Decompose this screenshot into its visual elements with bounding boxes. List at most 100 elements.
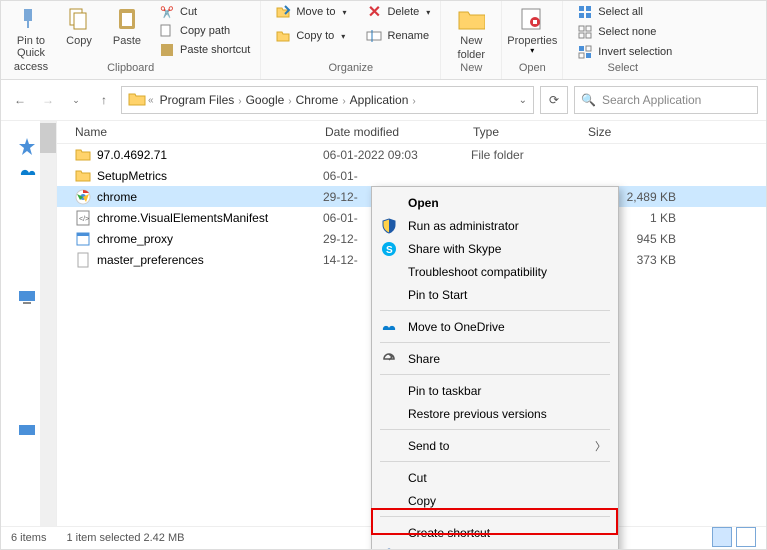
context-item-copy[interactable]: Copy [372, 489, 618, 512]
up-button[interactable]: ↑ [93, 89, 115, 111]
context-item-cut[interactable]: Cut [372, 466, 618, 489]
column-headers[interactable]: Name Date modified Type Size [57, 121, 766, 144]
chevron-down-icon: ▾ [342, 8, 346, 17]
delete-button[interactable]: ✕Delete▾ [362, 3, 434, 21]
chevron-down-icon: ▾ [341, 32, 345, 41]
column-size[interactable]: Size [588, 125, 678, 139]
back-button[interactable]: ← [9, 89, 31, 111]
file-type: File folder [471, 148, 586, 162]
file-icon [75, 252, 91, 268]
onedrive-icon[interactable] [17, 165, 39, 187]
chevron-right-icon: « [148, 95, 154, 106]
column-name[interactable]: Name [57, 125, 325, 139]
file-icon [75, 189, 91, 205]
paste-button[interactable]: Paste [103, 3, 151, 47]
chevron-right-icon: 〉 [595, 438, 606, 454]
copy-button[interactable]: Copy [55, 3, 103, 47]
context-item-run-as-administrator[interactable]: Run as administrator [372, 214, 618, 237]
context-label: Restore previous versions [408, 407, 547, 421]
forward-button[interactable]: → [37, 89, 59, 111]
tree-scrollbar[interactable] [40, 121, 56, 537]
context-item-pin-to-start[interactable]: Pin to Start [372, 283, 618, 306]
context-separator [380, 310, 610, 311]
context-item-troubleshoot-compatibility[interactable]: Troubleshoot compatibility [372, 260, 618, 283]
new-folder-button[interactable]: New folder [447, 3, 495, 61]
context-separator [380, 461, 610, 462]
file-name: SetupMetrics [97, 169, 323, 183]
context-item-open[interactable]: Open [372, 191, 618, 214]
search-icon: 🔍 [581, 93, 596, 107]
breadcrumb-item[interactable]: Program Files [156, 93, 239, 107]
folder-icon [457, 5, 485, 33]
context-item-share[interactable]: Share [372, 347, 618, 370]
navigation-bar: ← → ⌄ ↑ « Program Files›Google›Chrome›Ap… [1, 80, 766, 121]
invert-selection-icon [577, 44, 593, 60]
context-separator [380, 342, 610, 343]
invert-selection-button[interactable]: Invert selection [573, 43, 676, 61]
move-to-icon [275, 4, 291, 20]
file-date: 06-01- [323, 169, 471, 183]
copy-to-button[interactable]: Copy to▾ [271, 27, 350, 45]
group-label-open: Open [519, 61, 546, 77]
context-item-delete[interactable]: Delete [372, 544, 618, 550]
ribbon: Pin to Quick access Copy Paste ✂️Cut Cop… [1, 1, 766, 80]
address-bar[interactable]: « Program Files›Google›Chrome›Applicatio… [121, 86, 534, 114]
select-none-icon [577, 24, 593, 40]
search-box[interactable]: 🔍 Search Application [574, 86, 758, 114]
context-label: Cut [408, 471, 427, 485]
chevron-down-icon[interactable]: ⌄ [519, 95, 527, 106]
paste-shortcut-button[interactable]: Paste shortcut [155, 41, 254, 59]
context-item-restore-previous-versions[interactable]: Restore previous versions [372, 402, 618, 425]
file-row[interactable]: SetupMetrics06-01- [57, 165, 766, 186]
navigation-pane[interactable] [1, 121, 57, 537]
this-pc-icon[interactable] [17, 289, 39, 311]
rename-button[interactable]: Rename [362, 27, 434, 45]
view-details-button[interactable] [712, 527, 732, 547]
select-none-button[interactable]: Select none [573, 23, 676, 41]
context-separator [380, 429, 610, 430]
column-type[interactable]: Type [473, 125, 588, 139]
pin-to-quick-access-button[interactable]: Pin to Quick access [7, 3, 55, 73]
recent-dropdown[interactable]: ⌄ [65, 89, 87, 111]
chevron-down-icon: ▾ [530, 47, 534, 56]
context-item-send-to[interactable]: Send to〉 [372, 434, 618, 457]
status-items: 6 items [11, 532, 46, 544]
file-row[interactable]: 97.0.4692.7106-01-2022 09:03File folder [57, 144, 766, 165]
column-date[interactable]: Date modified [325, 125, 473, 139]
blank-icon [380, 286, 398, 304]
breadcrumb-item[interactable]: Google [242, 93, 289, 107]
quick-access-icon[interactable] [17, 137, 39, 159]
svg-text:</>: </> [79, 216, 89, 223]
skype-icon: S [380, 240, 398, 258]
view-large-button[interactable] [736, 527, 756, 547]
context-item-create-shortcut[interactable]: Create shortcut [372, 521, 618, 544]
properties-icon [518, 5, 546, 33]
group-new: New folder New [441, 1, 502, 79]
select-all-button[interactable]: Select all [573, 3, 676, 21]
delete-icon: ✕ [366, 4, 382, 20]
file-date: 06-01-2022 09:03 [323, 148, 471, 162]
network-icon[interactable] [17, 423, 39, 445]
context-item-share-with-skype[interactable]: SShare with Skype [372, 237, 618, 260]
refresh-button[interactable]: ⟳ [540, 86, 568, 114]
copy-path-icon [159, 23, 175, 39]
context-item-move-to-onedrive[interactable]: Move to OneDrive [372, 315, 618, 338]
context-item-pin-to-taskbar[interactable]: Pin to taskbar [372, 379, 618, 402]
group-label-select: Select [608, 61, 639, 77]
properties-button[interactable]: Properties ▾ [508, 3, 556, 56]
context-menu: OpenRun as administratorSShare with Skyp… [371, 186, 619, 550]
group-clipboard: Pin to Quick access Copy Paste ✂️Cut Cop… [1, 1, 261, 79]
copy-path-button[interactable]: Copy path [155, 22, 254, 40]
cut-button[interactable]: ✂️Cut [155, 3, 254, 21]
breadcrumb-item[interactable]: Chrome [292, 93, 343, 107]
scissors-icon: ✂️ [159, 4, 175, 20]
group-open: Properties ▾ Open [502, 1, 563, 79]
select-all-icon [577, 4, 593, 20]
group-label-new: New [460, 61, 482, 77]
breadcrumb-item[interactable]: Application [346, 93, 413, 107]
paste-icon [113, 5, 141, 33]
blank-icon [380, 382, 398, 400]
group-label-clipboard: Clipboard [107, 61, 154, 77]
folder-icon [128, 91, 146, 110]
move-to-button[interactable]: Move to▾ [271, 3, 350, 21]
